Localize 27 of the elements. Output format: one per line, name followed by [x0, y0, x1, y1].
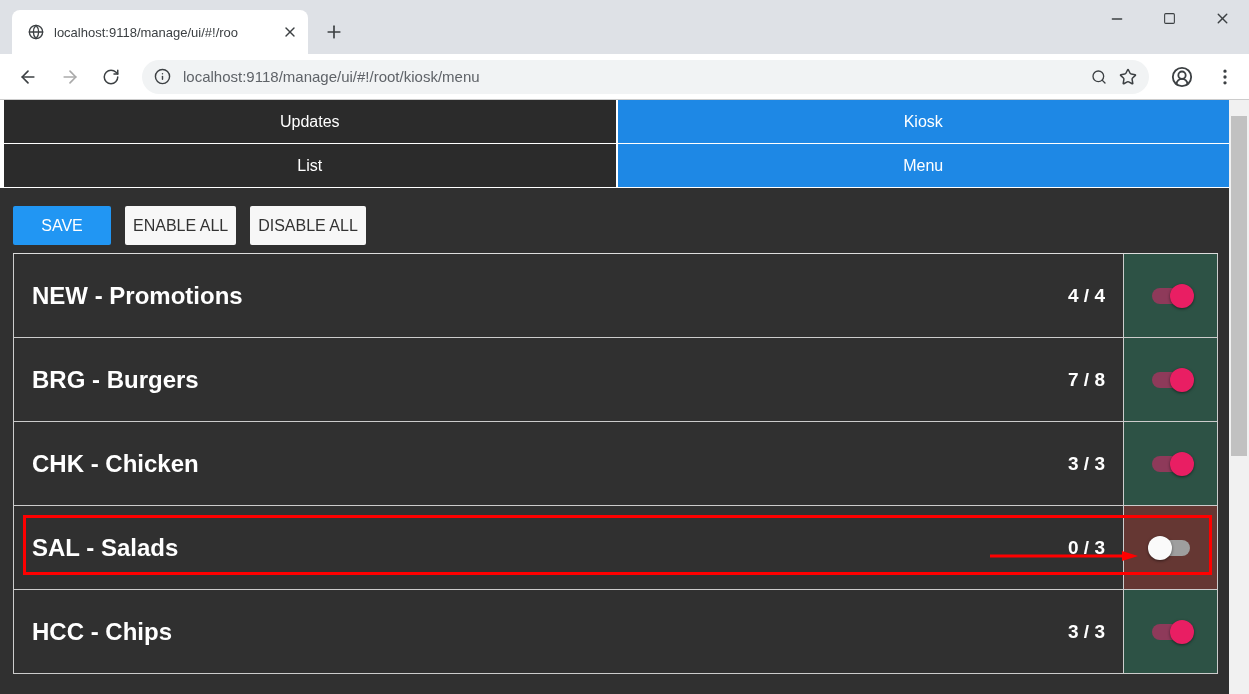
browser-tab[interactable]: localhost:9118/manage/ui/#!/roo: [12, 10, 308, 54]
item-count: 3 / 3: [1068, 452, 1105, 475]
category-name: CHK - Chicken: [32, 449, 199, 478]
item-count: 3 / 3: [1068, 620, 1105, 643]
nav-tab[interactable]: Kiosk: [615, 100, 1229, 143]
category-name: HCC - Chips: [32, 617, 172, 646]
category-name: BRG - Burgers: [32, 365, 199, 394]
action-button[interactable]: DISABLE ALL: [250, 206, 366, 245]
globe-icon: [28, 24, 44, 40]
item-count: 0 / 3: [1068, 536, 1105, 559]
nav-tab[interactable]: List: [0, 144, 616, 187]
item-count: 7 / 8: [1068, 368, 1105, 391]
reload-icon[interactable]: [102, 67, 120, 86]
address-bar[interactable]: localhost:9118/manage/ui/#!/root/kiosk/menu: [142, 59, 1149, 94]
nav-tab[interactable]: Menu: [615, 144, 1229, 187]
info-icon: [154, 68, 171, 85]
star-icon[interactable]: [1119, 67, 1137, 86]
scrollbar[interactable]: [1229, 100, 1249, 694]
category-name: NEW - Promotions: [32, 281, 243, 310]
action-button[interactable]: ENABLE ALL: [125, 206, 237, 245]
account-icon[interactable]: [1171, 65, 1193, 88]
url-text: localhost:9118/manage/ui/#!/root/kiosk/menu: [183, 68, 481, 85]
item-count: 4 / 4: [1068, 284, 1105, 307]
nav-tab[interactable]: Updates: [0, 100, 616, 143]
category-name: SAL - Salads: [32, 533, 179, 562]
maximize-icon[interactable]: [1163, 10, 1176, 27]
tab-title: localhost:9118/manage/ui/#!/roo: [54, 24, 240, 40]
